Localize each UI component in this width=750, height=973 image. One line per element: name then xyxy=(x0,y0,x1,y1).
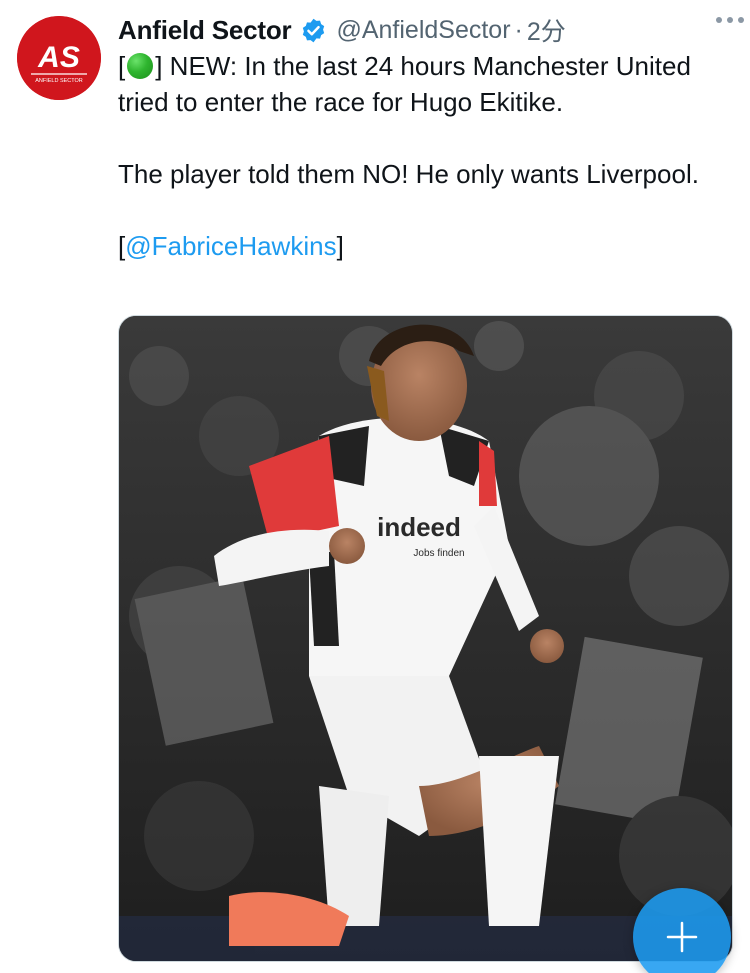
shirt-sponsor-subtext: Jobs finden xyxy=(413,548,464,559)
tweet-paragraph-player: The player told them NO! He only wants L… xyxy=(118,159,699,189)
avatar-logo-subtext: ANFIELD SECTOR xyxy=(35,78,83,84)
source-mention-link[interactable]: @FabriceHawkins xyxy=(125,231,336,261)
green-circle-icon xyxy=(127,53,154,79)
tweet-paragraph-source: [@FabriceHawkins] xyxy=(118,228,733,264)
tweet-card[interactable]: AS ANFIELD SECTOR Anfield Sector @Anfiel… xyxy=(0,0,750,973)
avatar-logo-text: AS xyxy=(37,41,80,74)
shirt-sponsor-text: indeed xyxy=(377,512,461,542)
news-text: ] NEW: In the last 24 hours Manchester U… xyxy=(118,51,691,117)
author-handle[interactable]: @AnfieldSector xyxy=(336,16,510,45)
separator-dot: · xyxy=(514,15,523,44)
tweet-paragraph-news: [] NEW: In the last 24 hours Manchester … xyxy=(118,48,733,120)
source-bracket-close: ] xyxy=(336,231,344,261)
tweet-header: Anfield Sector @AnfieldSector · 2分 xyxy=(118,10,730,50)
verified-badge-icon xyxy=(300,17,327,44)
tweet-media-photo[interactable]: indeed Jobs finden xyxy=(118,315,733,962)
more-horizontal-icon[interactable] xyxy=(712,2,748,38)
tweet-timestamp[interactable]: 2分 xyxy=(527,12,566,48)
author-display-name[interactable]: Anfield Sector xyxy=(118,15,292,46)
bracket-open: [ xyxy=(118,51,126,81)
avatar[interactable]: AS ANFIELD SECTOR xyxy=(17,16,101,100)
tweet-text: [] NEW: In the last 24 hours Manchester … xyxy=(118,48,733,264)
